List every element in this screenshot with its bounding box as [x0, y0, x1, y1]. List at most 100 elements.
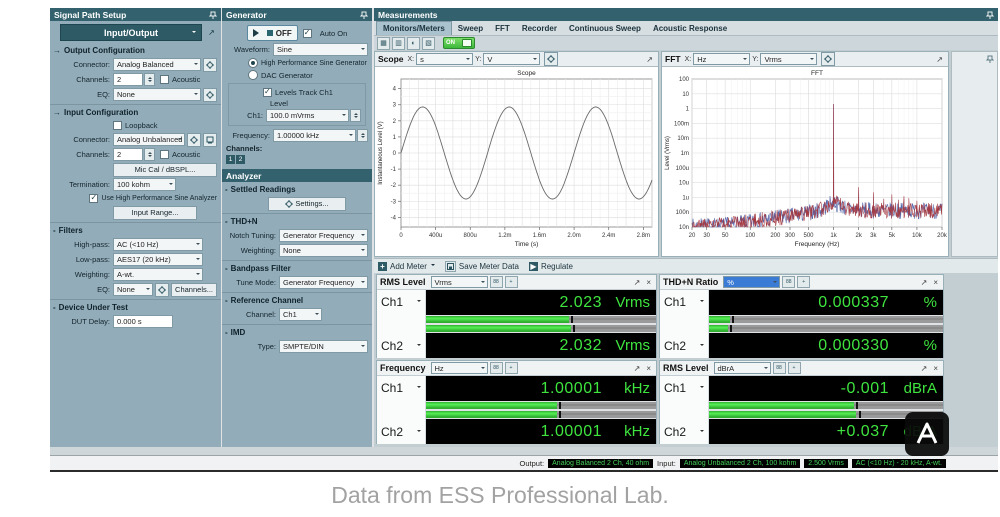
filter-status-chip[interactable]: AC (<10 Hz) - 20 kHz, A-wt. [851, 458, 946, 468]
range-status-chip[interactable]: 2.500 Vrms [804, 458, 848, 468]
close-icon[interactable]: × [644, 278, 653, 287]
collapsed-side-panel[interactable] [951, 51, 998, 257]
settings-grid-icon[interactable]: ▧ [422, 36, 435, 50]
spinner-icon[interactable] [350, 109, 361, 122]
input-status-chip[interactable]: Analog Unbalanced 2 Ch, 100 kohm [679, 458, 801, 468]
scope-settings-icon[interactable] [544, 52, 559, 66]
popout-icon[interactable]: ↗ [206, 27, 217, 38]
reference-channel-section[interactable]: - Reference Channel [222, 292, 372, 307]
imd-section[interactable]: - IMD [222, 324, 372, 339]
input-acoustic-checkbox[interactable] [160, 150, 169, 159]
tab-monitors-meters[interactable]: Monitors/Meters [376, 21, 452, 35]
monitor-on-toggle[interactable]: ON [443, 37, 475, 49]
filters-eq-select[interactable]: None [113, 283, 154, 296]
add-meter-button[interactable]: + Add Meter [378, 261, 435, 271]
popout-icon[interactable]: ↗ [934, 55, 945, 64]
weighting-select[interactable]: A-wt. [113, 268, 203, 281]
filters-channels-button[interactable]: Channels... [171, 282, 217, 297]
loopback-checkbox[interactable] [113, 121, 122, 130]
close-icon[interactable]: × [644, 364, 653, 373]
popout-icon[interactable]: ↗ [644, 55, 655, 64]
input-connector-select[interactable]: Analog Unbalanced [113, 133, 185, 146]
settled-readings-section[interactable]: - Settled Readings [222, 182, 372, 196]
output-status-chip[interactable]: Analog Balanced 2 Ch, 40 ohm [548, 458, 654, 468]
filters-section[interactable]: - Filters [50, 222, 221, 237]
notch-select[interactable]: Generator Frequency [279, 229, 368, 242]
save-meter-data-button[interactable]: Save Meter Data [444, 260, 519, 272]
frequency-select[interactable]: 1.00000 kHz [273, 129, 356, 142]
channel-label-ch1[interactable]: Ch1 [381, 381, 421, 395]
popout-icon[interactable]: ↗ [919, 278, 930, 287]
hps-generator-radio[interactable] [248, 58, 258, 68]
settings-button[interactable]: Settings... [268, 196, 346, 211]
channel-label-ch1[interactable]: Ch1 [381, 295, 421, 309]
input-config-section[interactable]: → Input Configuration [50, 104, 221, 119]
digits-display-icon[interactable]: 88 [782, 276, 796, 288]
close-icon[interactable]: × [931, 364, 940, 373]
tab-continuous-sweep[interactable]: Continuous Sweep [563, 22, 647, 35]
tab-fft[interactable]: FFT [489, 22, 516, 35]
fft-y-unit-select[interactable]: Vrms [760, 53, 818, 65]
meter-unit-select[interactable]: % [723, 276, 781, 288]
mic-cal-button[interactable]: Mic Cal / dBSPL... [113, 162, 217, 177]
fft-settings-icon[interactable] [821, 52, 836, 66]
popout-icon[interactable]: ↗ [632, 364, 643, 373]
output-channels-input[interactable]: 2 [113, 73, 143, 86]
pin-icon[interactable] [986, 11, 994, 19]
auto-on-checkbox[interactable] [302, 28, 312, 38]
output-config-section[interactable]: → Output Configuration [50, 43, 221, 57]
popout-icon[interactable]: ↗ [632, 278, 643, 287]
meter-unit-select[interactable]: dBrA [713, 362, 771, 374]
ch1-level-select[interactable]: 100.0 mVrms [266, 109, 349, 122]
meter-settings-icon[interactable]: + [504, 276, 518, 288]
high-pass-select[interactable]: AC (<10 Hz) [113, 238, 203, 251]
close-icon[interactable]: × [931, 278, 940, 287]
spinner-icon[interactable] [144, 73, 155, 86]
tab-sweep[interactable]: Sweep [452, 22, 489, 35]
channel-label-ch2[interactable]: Ch2 [664, 339, 704, 353]
hpsa-checkbox[interactable] [89, 193, 99, 203]
output-eq-select[interactable]: None [113, 88, 201, 101]
popout-icon[interactable]: ↗ [919, 364, 930, 373]
input-range-button[interactable]: Input Range... [113, 205, 197, 220]
tab-acoustic-response[interactable]: Acoustic Response [647, 22, 733, 35]
output-connector-settings-icon[interactable] [203, 57, 217, 72]
digits-display-icon[interactable]: 88 [772, 362, 786, 374]
tune-mode-select[interactable]: Generator Frequency [279, 276, 368, 289]
scope-y-unit-select[interactable]: V [483, 53, 541, 65]
signal-path-selector[interactable]: Input/Output [60, 24, 202, 41]
channel-label-ch1[interactable]: Ch1 [664, 295, 704, 309]
channel-label-ch1[interactable]: Ch1 [664, 381, 704, 395]
channel-label-ch2[interactable]: Ch2 [381, 339, 421, 353]
spinner-icon[interactable] [144, 148, 155, 161]
input-connector-settings-icon[interactable] [187, 132, 201, 147]
input-connector-monitor-icon[interactable] [203, 132, 217, 147]
pin-icon[interactable] [986, 55, 994, 63]
thdn-section[interactable]: - THD+N [222, 213, 372, 228]
regulate-button[interactable]: ▶ Regulate [528, 261, 573, 271]
input-channels-input[interactable]: 2 [113, 148, 143, 161]
generator-off-button[interactable]: OFF [246, 25, 298, 41]
dut-section[interactable]: - Device Under Test [50, 299, 221, 314]
meter-unit-select[interactable]: Vrms [430, 276, 488, 288]
meter-layout-icon[interactable]: ▦ [377, 36, 390, 50]
digits-display-icon[interactable]: 88 [489, 362, 503, 374]
spinner-icon[interactable] [357, 129, 368, 142]
bandpass-section[interactable]: - Bandpass Filter [222, 260, 372, 275]
filters-eq-settings-icon[interactable] [155, 282, 170, 297]
channel-label-ch2[interactable]: Ch2 [381, 425, 421, 439]
levels-track-checkbox[interactable] [263, 87, 272, 97]
fft-x-unit-select[interactable]: Hz [693, 53, 751, 65]
digits-display-icon[interactable]: 88 [489, 276, 503, 288]
meter-settings-icon[interactable]: + [504, 362, 518, 374]
output-eq-settings-icon[interactable] [203, 87, 217, 102]
tab-recorder[interactable]: Recorder [516, 22, 563, 35]
dac-generator-radio[interactable] [248, 70, 258, 80]
clock-icon[interactable]: ◐ [407, 36, 420, 50]
pin-icon[interactable] [360, 11, 368, 19]
dut-delay-input[interactable]: 0.000 s [113, 315, 173, 328]
bargraph-icon[interactable]: ▥ [392, 36, 405, 50]
channel-label-ch2[interactable]: Ch2 [664, 425, 704, 439]
meter-unit-select[interactable]: Hz [430, 362, 488, 374]
waveform-select[interactable]: Sine [273, 43, 368, 56]
